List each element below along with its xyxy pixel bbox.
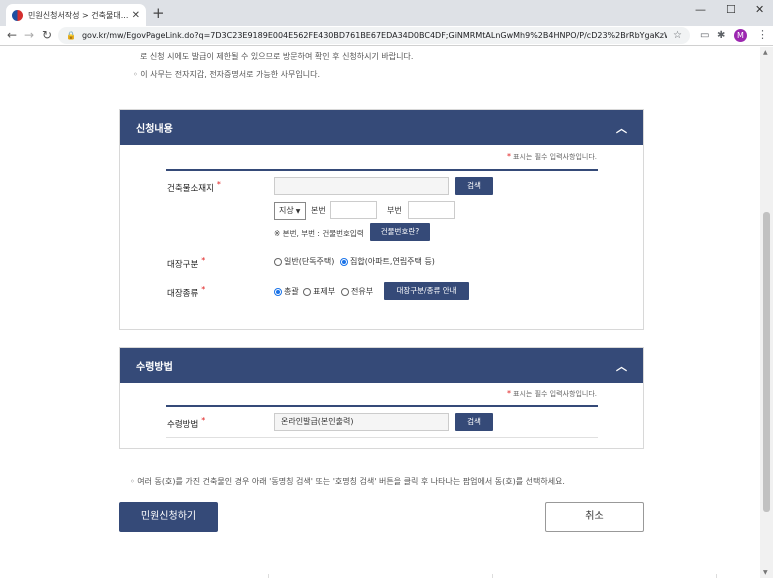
notice-line: 로 신청 시에도 발급이 제한될 수 있으므로 방문하여 확인 후 신청하시기 … — [140, 52, 414, 61]
required-note: * 표시는 필수 입력사항입니다. — [507, 389, 597, 399]
target-type-label: 대장구분 * — [167, 256, 206, 270]
required-note-text: 표시는 필수 입력사항입니다. — [513, 153, 597, 161]
radio-circle[interactable] — [341, 287, 349, 296]
radio-circle-selected[interactable] — [274, 287, 282, 296]
footer-divider — [268, 574, 269, 578]
land-type-value: 지상 — [279, 206, 294, 215]
application-section-header[interactable]: 신청내용 ︿ — [120, 110, 643, 145]
receipt-method-input[interactable]: 온라인발급(본인출력) — [274, 413, 449, 431]
radio-general[interactable]: 일반(단독주택) — [274, 256, 334, 267]
browser-toolbar: ← → ↻ 🔒 gov.kr/mw/EgovPageLink.do?q=7D3C… — [0, 26, 773, 46]
page-content: 로 신청 시에도 발급이 제한될 수 있으므로 방문하여 확인 후 신청하시기 … — [0, 47, 760, 578]
receipt-method-label-text: 수령방법 — [167, 420, 199, 430]
row-divider — [166, 437, 598, 438]
collapse-chevron-icon[interactable]: ︿ — [616, 358, 627, 374]
forward-icon[interactable]: → — [24, 28, 34, 42]
dropdown-arrow-icon: ▼ — [295, 208, 301, 215]
profile-avatar[interactable]: M — [734, 29, 747, 42]
radio-label: 총괄 — [284, 287, 299, 296]
receipt-section-header[interactable]: 수령방법 ︿ — [120, 348, 643, 383]
main-no-label: 본번 — [311, 206, 326, 215]
radio-circle[interactable] — [274, 257, 282, 266]
radio-label: 집합(아파트,연립주택 등) — [350, 257, 435, 266]
back-icon[interactable]: ← — [7, 28, 17, 42]
footer-divider — [716, 574, 717, 578]
required-star-icon: * — [201, 285, 206, 294]
radio-label: 표제부 — [313, 287, 336, 296]
gov-favicon-icon — [12, 9, 23, 21]
collapse-chevron-icon[interactable]: ︿ — [616, 120, 627, 136]
multi-building-notice-text: 여러 동(호)를 가진 건축물인 경우 아래 '동명칭 검색' 또는 '호명칭 … — [137, 477, 565, 486]
table-top-rule — [166, 405, 598, 407]
radio-circle[interactable] — [303, 287, 311, 296]
browser-menu-icon[interactable]: ⋮ — [757, 28, 768, 41]
footer-divider — [492, 574, 493, 578]
sub-no-input[interactable] — [408, 201, 455, 219]
required-star-icon: * — [507, 152, 512, 161]
multi-building-notice: ◦ 여러 동(호)를 가진 건축물인 경우 아래 '동명칭 검색' 또는 '호명… — [130, 476, 565, 487]
required-star-icon: * — [201, 416, 206, 425]
cast-icon[interactable]: ▭ — [700, 30, 709, 41]
lock-icon[interactable]: 🔒 — [66, 31, 76, 40]
building-no-help-button[interactable]: 건물번호란? — [370, 223, 430, 241]
tab-close-icon[interactable]: ✕ — [132, 10, 140, 21]
radio-label: 일반(단독주택) — [284, 257, 335, 266]
receipt-search-button[interactable]: 검색 — [455, 413, 493, 431]
browser-tab[interactable]: 민원신청서작성 > 건축물대... ✕ — [6, 4, 146, 26]
required-star-icon: * — [201, 256, 206, 265]
address-label-text: 건축물소재지 — [167, 184, 214, 194]
notice-wallet-text: 이 사무는 전자지갑, 전자증명서로 가능한 사무입니다. — [140, 70, 320, 79]
radio-circle-selected[interactable] — [340, 257, 348, 266]
target-type-label-text: 대장구분 — [167, 260, 199, 270]
radio-collective[interactable]: 집합(아파트,연립주택 등) — [340, 256, 435, 267]
table-top-rule — [166, 169, 598, 171]
kind-guide-button[interactable]: 대장구분/종류 안내 — [384, 282, 469, 300]
required-note: * 표시는 필수 입력사항입니다. — [507, 152, 597, 162]
scroll-down-arrow-icon[interactable]: ▼ — [763, 569, 768, 576]
new-tab-button[interactable]: + — [152, 6, 165, 21]
sub-no-label: 부번 — [387, 206, 402, 215]
receipt-section: 수령방법 ︿ * 표시는 필수 입력사항입니다. 수령방법 * 온라인발급(본인출력… — [119, 347, 644, 449]
target-kind-label-text: 대장종류 — [167, 289, 199, 299]
maximize-icon[interactable]: ☐ — [726, 3, 736, 16]
radio-label: 전유부 — [351, 287, 374, 296]
extensions-icon[interactable]: ✱ — [717, 30, 725, 41]
section-title: 신청내용 — [136, 124, 173, 135]
minimize-icon[interactable]: — — [695, 3, 706, 16]
land-type-select[interactable]: 지상 ▼ — [274, 202, 306, 220]
application-section: 신청내용 ︿ * 표시는 필수 입력사항입니다. 건축물소재지 * 검색 지상 ▼ 본… — [119, 109, 644, 330]
window-close-icon[interactable]: ✕ — [755, 3, 764, 16]
target-kind-label: 대장종류 * — [167, 285, 206, 299]
radio-exclusive[interactable]: 전유부 — [341, 286, 373, 297]
required-star-icon: * — [216, 180, 221, 189]
submit-application-button[interactable]: 민원신청하기 — [119, 502, 218, 532]
address-bar[interactable]: 🔒 gov.kr/mw/EgovPageLink.do?q=7D3C23E918… — [58, 27, 690, 44]
required-star-icon: * — [507, 389, 512, 398]
notice-wallet: ◦ 이 사무는 전자지갑, 전자증명서로 가능한 사무입니다. — [133, 69, 320, 80]
address-search-button[interactable]: 검색 — [455, 177, 493, 195]
cancel-button[interactable]: 취소 — [545, 502, 644, 532]
page-scrollbar[interactable]: ▲ ▼ — [760, 47, 773, 578]
radio-total[interactable]: 총괄 — [274, 286, 299, 297]
reload-icon[interactable]: ↻ — [42, 28, 52, 42]
scroll-up-arrow-icon[interactable]: ▲ — [763, 49, 768, 56]
address-label: 건축물소재지 * — [167, 180, 221, 194]
tab-title: 민원신청서작성 > 건축물대... — [28, 10, 128, 20]
main-no-input[interactable] — [330, 201, 377, 219]
required-note-text: 표시는 필수 입력사항입니다. — [513, 390, 597, 398]
url-text[interactable]: gov.kr/mw/EgovPageLink.do?q=7D3C23E9189E… — [82, 31, 667, 40]
building-no-hint: ※ 본번, 부번 : 건물번호입력 — [274, 229, 364, 238]
address-input[interactable] — [274, 177, 449, 195]
radio-title-section[interactable]: 표제부 — [303, 286, 335, 297]
scroll-thumb[interactable] — [763, 212, 770, 512]
bookmark-star-icon[interactable]: ☆ — [673, 30, 682, 41]
browser-tabstrip: 민원신청서작성 > 건축물대... ✕ + — ☐ ✕ — [0, 0, 773, 26]
receipt-method-label: 수령방법 * — [167, 416, 206, 430]
section-title: 수령방법 — [136, 362, 173, 373]
